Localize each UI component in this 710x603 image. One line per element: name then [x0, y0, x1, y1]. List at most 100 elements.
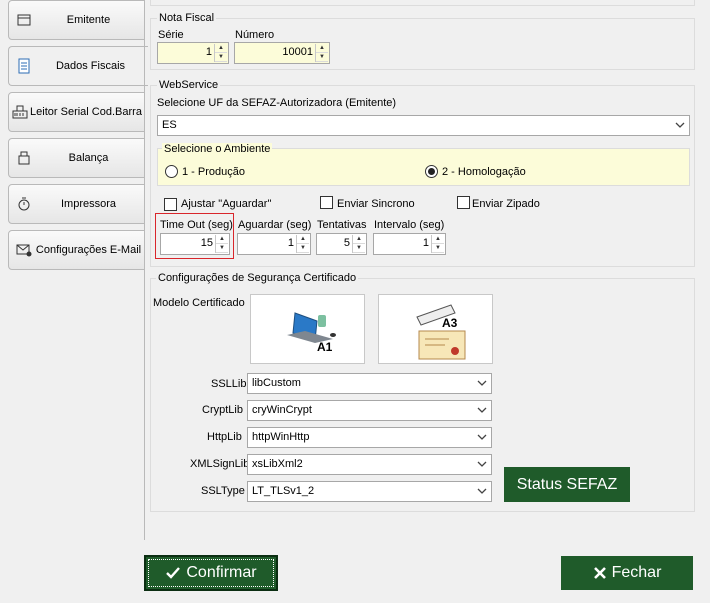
confirm-label: Confirmar: [186, 564, 257, 581]
serie-stepper[interactable]: 1 ▲ ▼: [157, 42, 229, 64]
ssllib-select[interactable]: libCustom: [247, 373, 492, 394]
chevron-down-icon: [477, 380, 487, 386]
tab-leitor-serial[interactable]: Leitor Serial Cod.Barra: [8, 92, 145, 132]
ssllib-value: libCustom: [252, 377, 301, 389]
homologacao-label: 2 - Homologação: [442, 166, 526, 178]
top-group: [150, 0, 695, 6]
sincrono-label: Enviar Sincrono: [337, 198, 415, 210]
tab-emitente[interactable]: Emitente: [8, 0, 145, 40]
spin-up-icon[interactable]: ▲: [297, 235, 309, 244]
confirm-button[interactable]: Confirmar: [144, 555, 278, 591]
ssllib-label: SSLLib: [211, 378, 247, 390]
httplib-value: httpWinHttp: [252, 431, 310, 443]
printer-icon: [15, 195, 33, 213]
ssltype-value: LT_TLSv1_2: [252, 485, 315, 497]
tab-dados-fiscais[interactable]: Dados Fiscais: [8, 46, 148, 86]
status-sefaz-button[interactable]: Status SEFAZ: [504, 467, 630, 502]
numero-label: Número: [235, 29, 275, 41]
usb-token-icon: [416, 304, 466, 360]
chevron-down-icon: [477, 434, 487, 440]
chevron-down-icon: [477, 488, 487, 494]
modelo-label: Modelo Certificado: [153, 297, 245, 309]
spin-up-icon[interactable]: ▲: [216, 235, 228, 244]
spin-up-icon[interactable]: ▲: [353, 235, 365, 244]
laptop-icon: [287, 312, 336, 343]
scale-icon: [15, 57, 33, 75]
spin-up-icon[interactable]: ▲: [316, 44, 328, 53]
cryptlib-select[interactable]: cryWinCrypt: [247, 400, 492, 421]
tentativas-value: 5: [343, 237, 350, 249]
chevron-down-icon: [477, 407, 487, 413]
uf-select[interactable]: ES: [157, 115, 690, 136]
ssltype-select[interactable]: LT_TLSv1_2: [247, 481, 492, 502]
ajustar-label: Ajustar "Aguardar": [181, 198, 272, 210]
sincrono-checkbox[interactable]: [320, 196, 333, 209]
ajustar-checkbox[interactable]: [164, 198, 177, 211]
tab-label: Impressora: [60, 198, 117, 210]
cert-a1-button[interactable]: A1: [250, 294, 365, 364]
status-sefaz-label: Status SEFAZ: [516, 475, 618, 493]
webservice-title: WebService: [157, 79, 221, 91]
uf-label: Selecione UF da SEFAZ-Autorizadora (Emit…: [157, 97, 397, 109]
intervalo-label: Intervalo (seg): [374, 219, 445, 231]
spin-up-icon[interactable]: ▲: [215, 44, 227, 53]
aguardar-stepper[interactable]: 1 ▲ ▼: [237, 233, 311, 255]
zipado-checkbox[interactable]: [457, 196, 470, 209]
xmlsignlib-select[interactable]: xsLibXml2: [247, 454, 492, 475]
numero-value: 10001: [282, 46, 313, 58]
numero-stepper[interactable]: 10001 ▲ ▼: [234, 42, 330, 64]
seguranca-title: Configurações de Segurança Certificado: [156, 272, 359, 284]
uf-value: ES: [162, 119, 177, 131]
tentativas-label: Tentativas: [317, 219, 367, 231]
a1-label: A1: [317, 340, 333, 354]
close-button[interactable]: Fechar: [561, 556, 693, 590]
email-settings-icon: [15, 241, 33, 259]
a3-label: A3: [442, 316, 458, 330]
tab-balanca[interactable]: Balança: [8, 138, 145, 178]
tab-label: Emitente: [66, 14, 111, 26]
chevron-down-icon: [477, 461, 487, 467]
balance-icon: [15, 149, 33, 167]
producao-radio[interactable]: [165, 165, 178, 178]
tab-label: Leitor Serial Cod.Barra: [30, 106, 142, 118]
cert-a3-button[interactable]: A3: [378, 294, 493, 364]
tentativas-stepper[interactable]: 5 ▲ ▼: [316, 233, 367, 255]
sidebar: Emitente Dados Fiscais Leitor Serial Cod…: [0, 0, 148, 603]
producao-label: 1 - Produção: [182, 166, 245, 178]
aguardar-value: 1: [287, 237, 294, 249]
zipado-label: Enviar Zipado: [472, 198, 540, 210]
close-icon: [593, 567, 606, 579]
spin-down-icon[interactable]: ▼: [353, 244, 365, 253]
intervalo-stepper[interactable]: 1 ▲ ▼: [373, 233, 446, 255]
barcode-reader-icon: [12, 103, 28, 121]
cryptlib-value: cryWinCrypt: [252, 404, 312, 416]
serie-value: 1: [205, 46, 212, 58]
nota-fiscal-group: [150, 18, 695, 70]
timeout-label: Time Out (seg): [160, 219, 233, 231]
spin-down-icon[interactable]: ▼: [215, 53, 227, 62]
card-icon: [15, 11, 33, 29]
httplib-select[interactable]: httpWinHttp: [247, 427, 492, 448]
cryptlib-label: CryptLib: [202, 404, 243, 416]
xmlsignlib-value: xsLibXml2: [252, 458, 303, 470]
spin-down-icon[interactable]: ▼: [297, 244, 309, 253]
tab-label: Dados Fiscais: [55, 60, 126, 72]
timeout-value: 15: [200, 237, 213, 249]
nota-fiscal-title: Nota Fiscal: [157, 12, 217, 24]
tab-impressora[interactable]: Impressora: [8, 184, 145, 224]
spin-down-icon[interactable]: ▼: [316, 53, 328, 62]
homologacao-radio[interactable]: [425, 165, 438, 178]
close-label: Fechar: [611, 564, 662, 581]
xmlsignlib-label: XMLSignLib: [190, 458, 250, 470]
spin-up-icon[interactable]: ▲: [432, 235, 444, 244]
ambiente-title: Selecione o Ambiente: [162, 143, 273, 155]
spin-down-icon[interactable]: ▼: [432, 244, 444, 253]
chevron-down-icon: [675, 122, 685, 128]
spin-down-icon[interactable]: ▼: [216, 244, 228, 253]
serie-label: Série: [158, 29, 184, 41]
timeout-stepper[interactable]: 15 ▲ ▼: [160, 233, 230, 255]
ssltype-label: SSLType: [201, 485, 245, 497]
tab-configuracoes-email[interactable]: Configurações E-Mail: [8, 230, 145, 270]
httplib-label: HttpLib: [207, 431, 242, 443]
check-icon: [166, 567, 181, 579]
